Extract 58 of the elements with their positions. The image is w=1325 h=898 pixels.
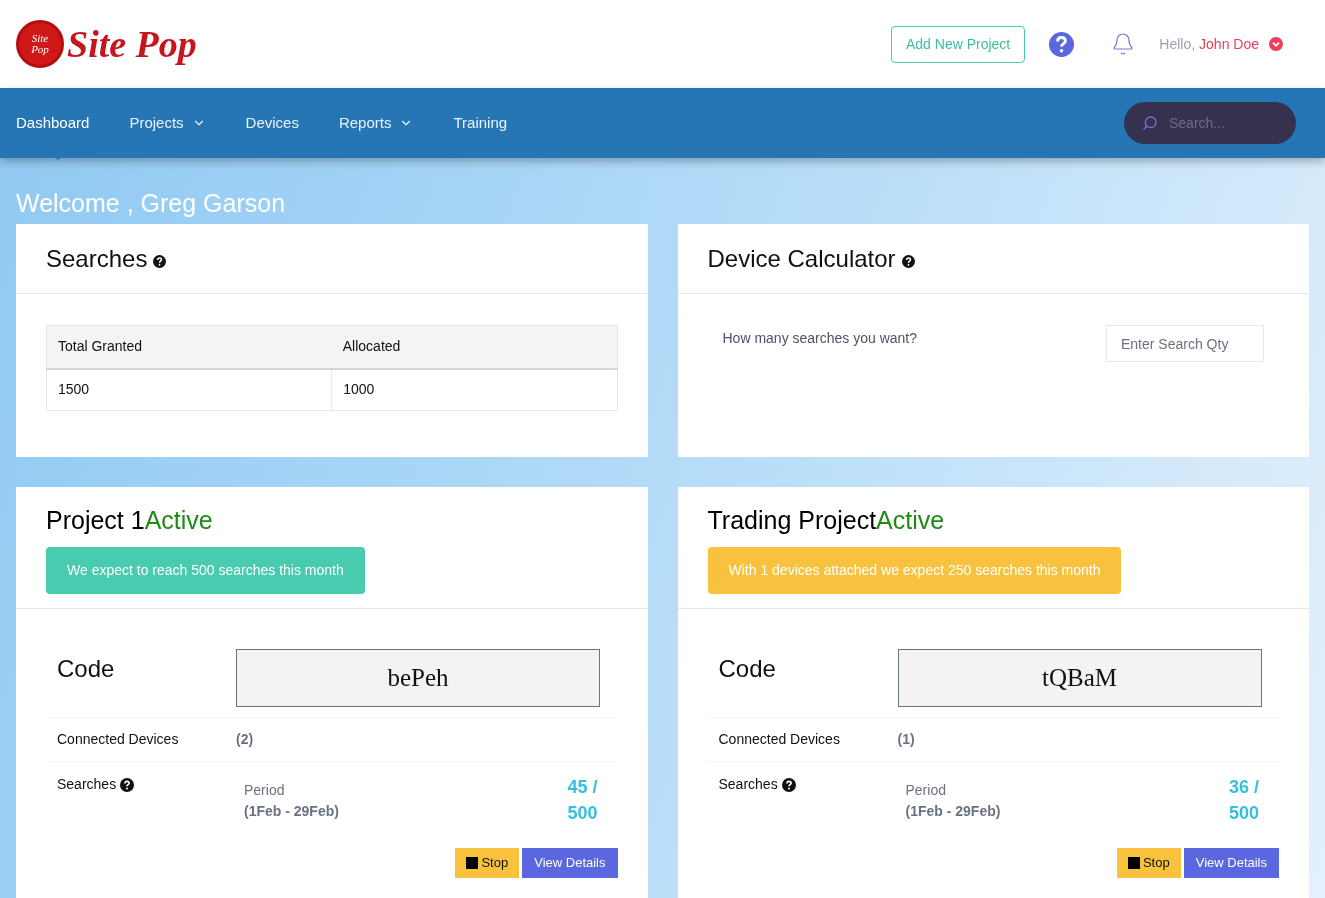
logo-badge: Site Pop [16,20,64,68]
table-cell: 1500 [46,368,332,411]
period-label: Period [244,781,286,800]
stop-button[interactable]: Stop [1116,848,1181,878]
period-range: (1Feb - 29Feb) [905,802,1002,821]
period-range: (1Feb - 29Feb) [244,802,340,821]
device-count: (1) [897,730,915,749]
help-icon [901,255,915,268]
nav-item[interactable]: Dashboard [16,111,90,135]
column-header: Total Granted [46,325,332,369]
card-title: Searches [46,243,148,274]
stop-icon [466,857,479,869]
searches-limit: 500 [1229,802,1261,825]
welcome-heading: Welcome , Greg Garson [16,188,287,219]
status-label: Active [876,505,945,535]
greeting: Hello, [1159,34,1196,54]
column-header: Allocated [331,325,617,369]
field-label: Connected Devices [718,731,840,747]
stop-icon [1127,857,1140,869]
table-cell: 1000 [331,368,617,411]
code-display: bePeh [236,649,600,707]
project-name: Project 1 [46,505,145,535]
device-count: (2) [236,730,254,749]
nav-item[interactable]: Devices [245,111,299,135]
stop-button[interactable]: Stop [455,848,520,878]
field-label: Searches [718,775,778,794]
search-icon [1142,115,1158,131]
view-details-button[interactable]: View Details [1183,848,1279,878]
help-icon[interactable] [1048,30,1076,58]
field-label: Searches [57,775,117,794]
nav-item[interactable]: Reports [338,111,414,135]
logo-text: Site Pop [67,21,197,67]
searches-used: 45 / [567,776,599,799]
nav-item[interactable]: Projects [129,111,206,135]
searches-limit: 500 [567,802,599,825]
search-field[interactable]: Search... [1124,102,1296,144]
help-icon [781,777,796,792]
user-name[interactable]: John Doe [1199,33,1259,55]
add-project-button[interactable]: Add New Project [891,25,1026,63]
code-label: Code [718,655,776,682]
forecast-alert: We expect to reach 500 searches this month [46,547,365,594]
help-icon [120,777,135,792]
user-menu-caret-icon[interactable] [1269,37,1283,51]
forecast-alert: With 1 devices attached we expect 250 searches this month [707,547,1122,594]
search-qty-field[interactable]: Enter Search Qty [1106,325,1264,362]
help-icon [153,255,167,268]
view-details-button[interactable]: View Details [522,848,618,878]
notifications-bell-icon[interactable] [1111,31,1136,57]
code-display: tQBaM [897,649,1262,707]
status-label: Active [144,505,213,535]
searches-used: 36 / [1229,776,1261,799]
field-label: Connected Devices [57,731,179,747]
question-text: How many searches you want? [722,329,918,348]
card-title: Device Calculator [707,243,896,274]
period-label: Period [905,781,947,800]
code-label: Code [57,655,115,682]
project-name: Trading Project [707,505,877,535]
nav-item[interactable]: Training [453,111,508,135]
